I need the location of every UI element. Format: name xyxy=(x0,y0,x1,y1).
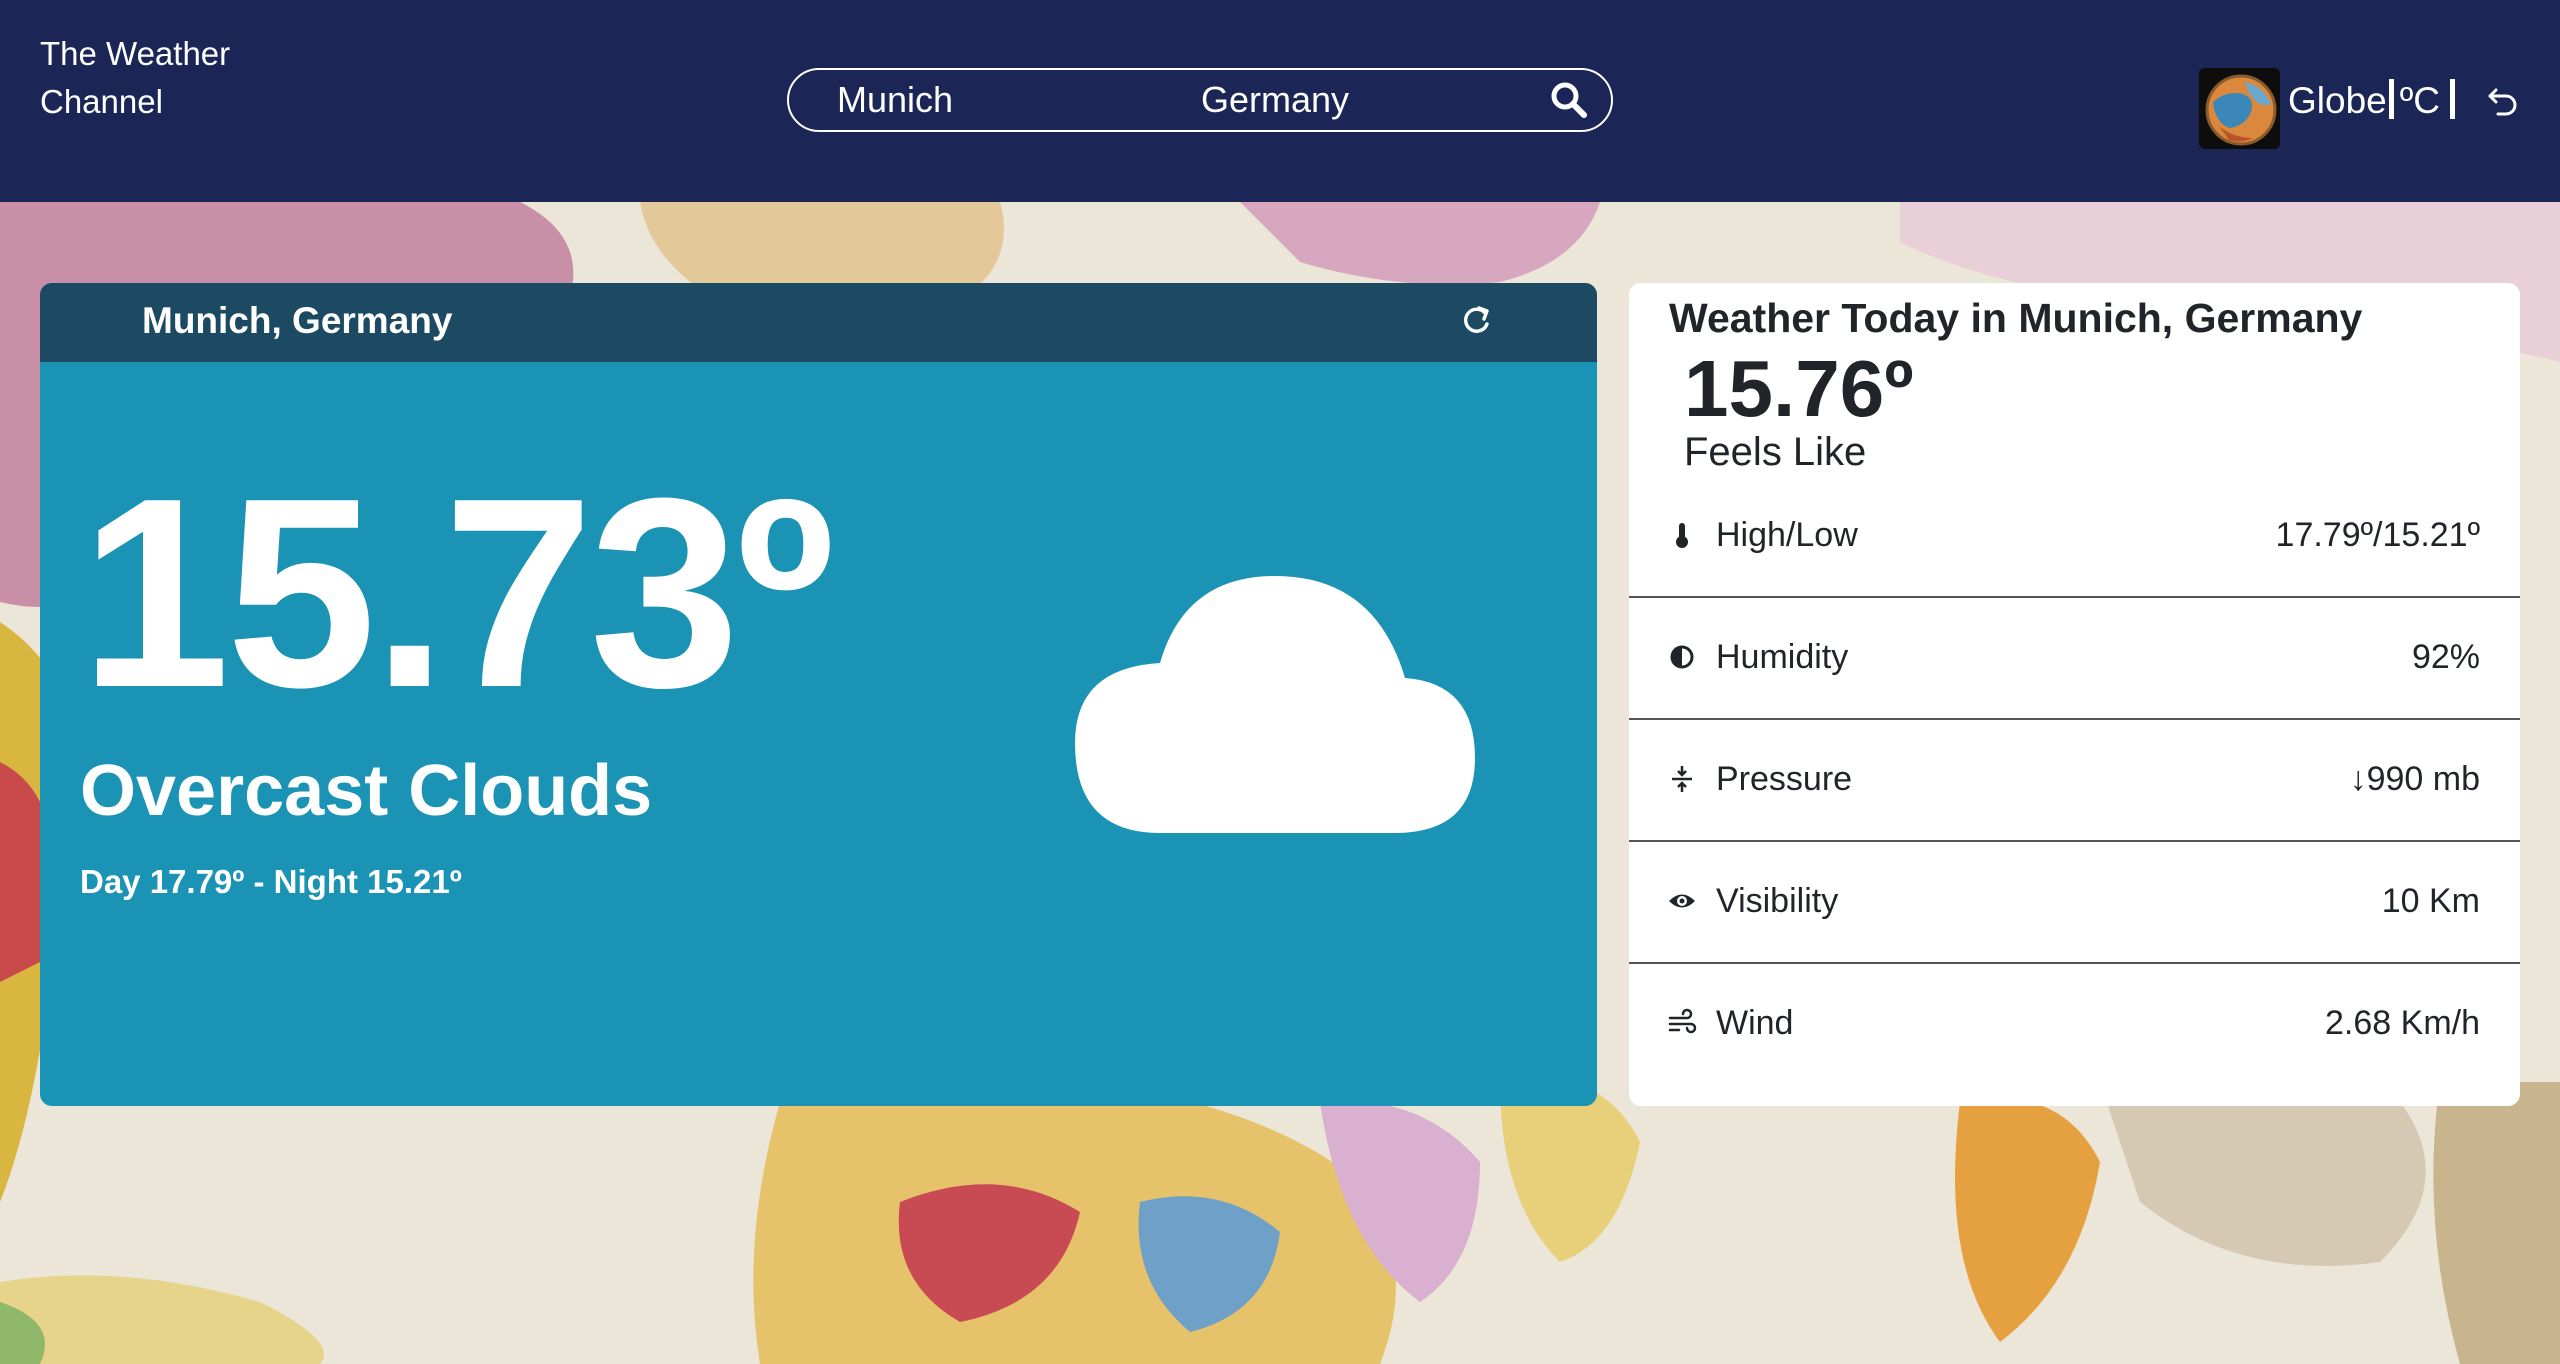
humidity-icon xyxy=(1670,645,1694,669)
globe-image[interactable] xyxy=(2199,68,2280,149)
globe-unit-toggle[interactable]: Globe ºC xyxy=(2288,78,2461,124)
detail-label: Visibility xyxy=(1716,882,1839,920)
eye-icon xyxy=(1669,894,1695,908)
location-title: Munich, Germany xyxy=(142,300,453,341)
divider xyxy=(2449,79,2455,119)
card-header-bar: Munich, Germany xyxy=(40,283,1597,362)
detail-label: Humidity xyxy=(1716,638,1849,676)
current-temperature: 15.73º xyxy=(80,443,834,744)
search-button[interactable] xyxy=(1549,80,1589,120)
undo-button[interactable] xyxy=(2486,82,2520,116)
detail-row-pressure: Pressure ↓990 mb xyxy=(1629,720,2520,842)
details-title: Weather Today in Munich, Germany xyxy=(1669,295,2363,341)
search-icon xyxy=(1551,82,1587,118)
detail-row-high-low: High/Low 17.79º/15.21º xyxy=(1629,476,2520,598)
day-night-temps: Day 17.79º - Night 15.21º xyxy=(80,863,462,900)
detail-label: Pressure xyxy=(1716,760,1853,798)
detail-label: Wind xyxy=(1716,1004,1794,1042)
unit-toggle-celsius[interactable]: ºC xyxy=(2400,80,2440,121)
wind-icon xyxy=(1668,1008,1697,1034)
weather-details-card: Weather Today in Munich, Germany 15.76º … xyxy=(1629,283,2520,1106)
location-search-form xyxy=(787,68,1613,132)
globe-label: Globe xyxy=(2288,80,2387,121)
globe-icon xyxy=(2199,68,2280,149)
detail-row-humidity: Humidity 92% xyxy=(1629,598,2520,720)
detail-value: 2.68 Km/h xyxy=(2325,1004,2480,1042)
detail-label: High/Low xyxy=(1716,516,1858,554)
refresh-button[interactable] xyxy=(1457,302,1495,340)
brand-logo-text[interactable]: The Weather Channel xyxy=(40,30,240,126)
refresh-icon xyxy=(1464,306,1489,333)
undo-icon xyxy=(2488,88,2517,116)
current-weather-card: Munich, Germany 15.73º Overcast Clouds D… xyxy=(40,283,1597,1106)
weather-condition: Overcast Clouds xyxy=(80,751,653,831)
divider xyxy=(2388,79,2394,119)
details-list: High/Low 17.79º/15.21º Humidity 92% Pres… xyxy=(1629,476,2520,1086)
detail-value: 17.79º/15.21º xyxy=(2275,516,2480,554)
detail-value: ↓990 mb xyxy=(2349,760,2480,798)
detail-value: 10 Km xyxy=(2381,882,2480,920)
pressure-icon xyxy=(1672,766,1692,792)
top-navbar: The Weather Channel GlobeºC xyxy=(0,0,2560,202)
feels-like-temperature: 15.76º xyxy=(1684,344,1914,433)
detail-row-visibility: Visibility 10 Km xyxy=(1629,842,2520,964)
detail-row-wind: Wind 2.68 Km/h xyxy=(1629,964,2520,1086)
city-input[interactable] xyxy=(837,76,1157,124)
detail-value: 92% xyxy=(2411,638,2480,676)
feels-like-label: Feels Like xyxy=(1684,430,1867,474)
cloud-icon xyxy=(1075,576,1475,833)
country-input[interactable] xyxy=(1201,76,1501,124)
thermometer-icon xyxy=(1676,523,1688,548)
